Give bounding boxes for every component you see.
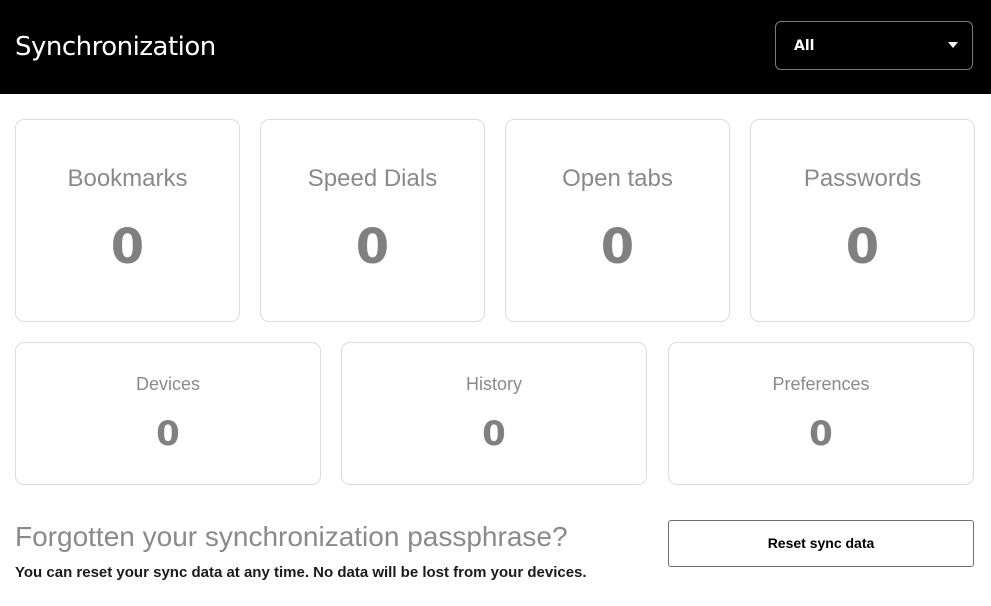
stat-label: Speed Dials <box>307 165 438 192</box>
stat-count: 0 <box>482 414 506 454</box>
page-header: Synchronization All <box>0 0 991 94</box>
stat-card-bookmarks: Bookmarks 0 <box>15 119 240 322</box>
stat-count: 0 <box>845 219 880 275</box>
forgot-passphrase-description: You can reset your sync data at any time… <box>15 564 587 581</box>
forgot-passphrase-heading: Forgotten your synchronization passphras… <box>15 521 568 552</box>
page-title: Synchronization <box>15 32 216 62</box>
stat-card-speed-dials: Speed Dials 0 <box>260 119 485 322</box>
stat-label: Bookmarks <box>67 165 188 192</box>
stat-label: Open tabs <box>562 165 673 192</box>
stat-count: 0 <box>156 414 180 454</box>
stat-count: 0 <box>110 219 145 275</box>
reset-sync-data-button[interactable]: Reset sync data <box>668 520 974 567</box>
chevron-down-icon <box>948 42 958 48</box>
stat-label: History <box>465 374 522 394</box>
stat-count: 0 <box>809 414 833 454</box>
sync-filter-select[interactable]: All <box>775 21 973 70</box>
stat-card-devices: Devices 0 <box>15 342 321 485</box>
stat-card-history: History 0 <box>341 342 647 485</box>
stat-label: Preferences <box>772 374 870 394</box>
stat-card-passwords: Passwords 0 <box>750 119 975 322</box>
sync-filter-value: All <box>794 38 815 54</box>
stat-count: 0 <box>355 219 390 275</box>
stat-card-preferences: Preferences 0 <box>668 342 974 485</box>
stat-card-open-tabs: Open tabs 0 <box>505 119 730 322</box>
stat-label: Passwords <box>803 165 922 192</box>
stat-count: 0 <box>600 219 635 275</box>
stat-label: Devices <box>135 374 201 394</box>
